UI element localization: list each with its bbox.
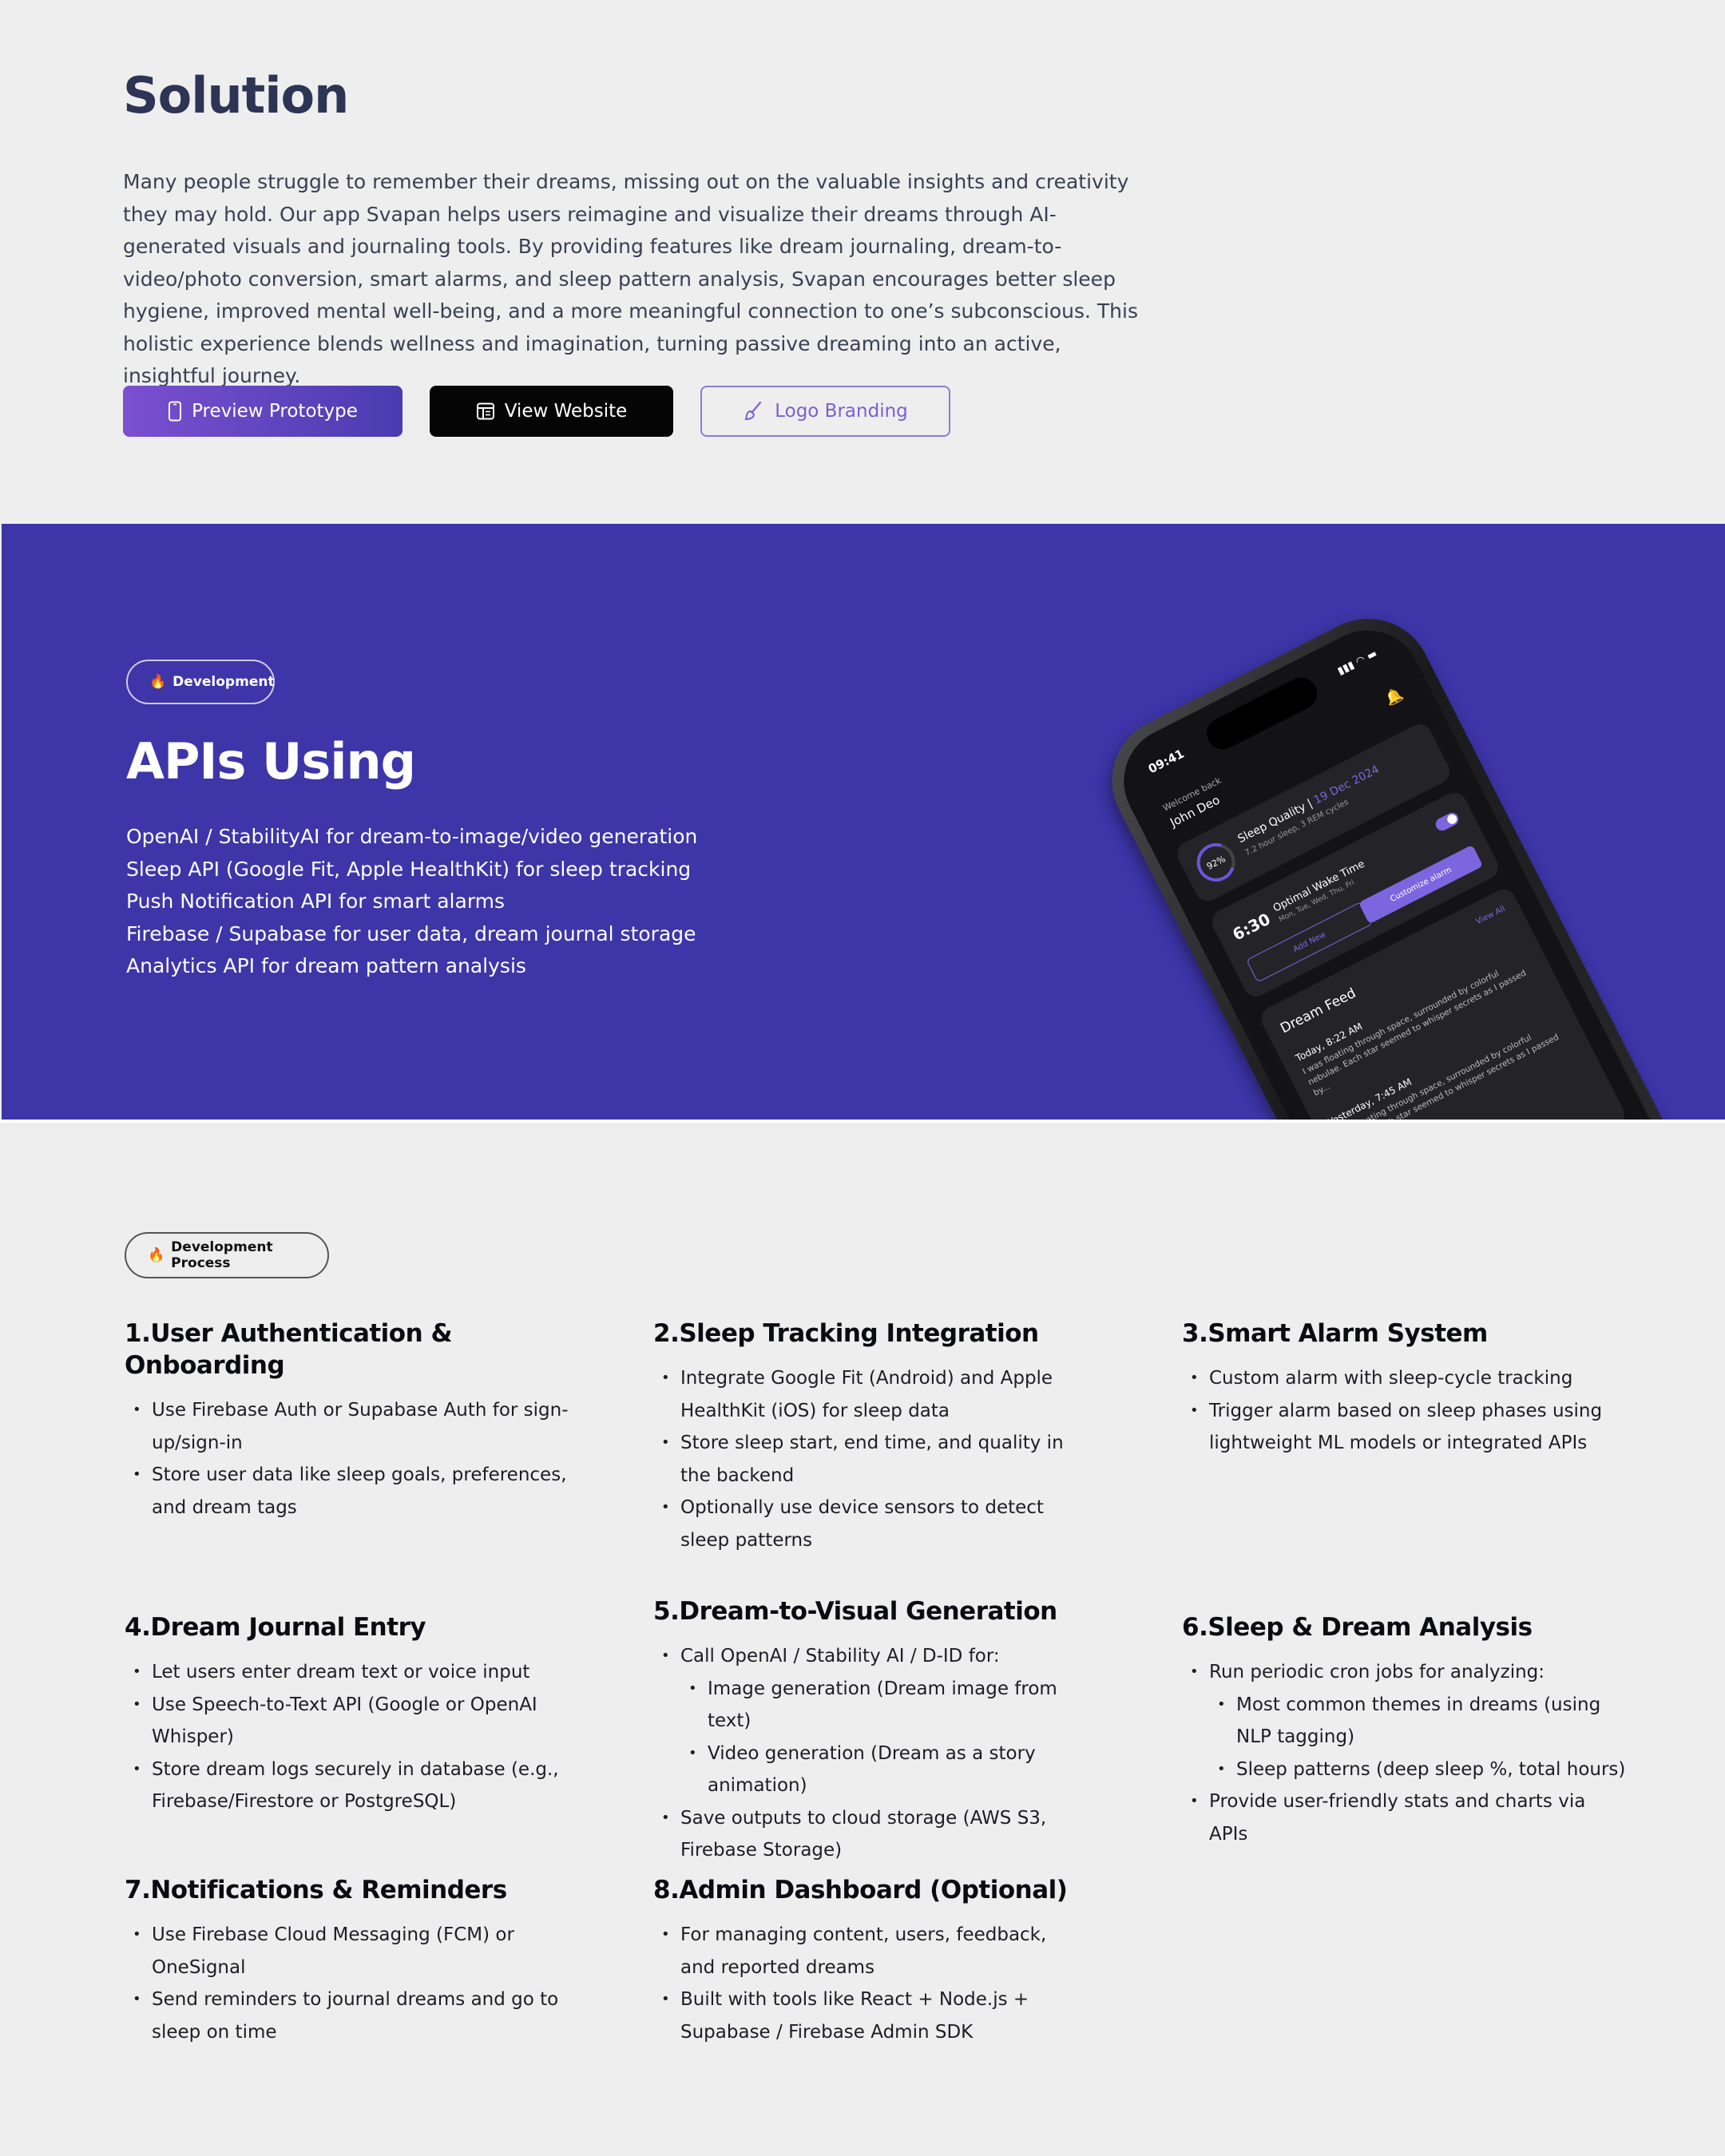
step-list: Use Firebase Auth or Supabase Auth for s… bbox=[125, 1394, 572, 1524]
view-all-link[interactable]: View All bbox=[1475, 905, 1507, 927]
step-item: Provide user-friendly stats and charts v… bbox=[1190, 1785, 1629, 1850]
process-step: 3.Smart Alarm System Custom alarm with s… bbox=[1182, 1318, 1629, 1460]
bell-icon: 🔔 bbox=[1382, 685, 1406, 709]
api-list: OpenAI / StabilityAI for dream-to-image/… bbox=[126, 821, 697, 983]
development-process-badge: 🔥 Development Process bbox=[125, 1232, 329, 1278]
step-list: Integrate Google Fit (Android) and Apple… bbox=[653, 1362, 1085, 1556]
step-title: 6.Sleep & Dream Analysis bbox=[1182, 1613, 1533, 1642]
phone-time: 09:41 bbox=[1145, 746, 1187, 777]
solution-section: Solution Many people struggle to remembe… bbox=[123, 64, 1161, 393]
step-list: Custom alarm with sleep-cycle tracking T… bbox=[1182, 1362, 1629, 1460]
step-item: Save outputs to cloud storage (AWS S3, F… bbox=[661, 1802, 1085, 1867]
step-item: Integrate Google Fit (Android) and Apple… bbox=[661, 1362, 1085, 1427]
browser-icon bbox=[476, 402, 495, 421]
status-icons: ▮▮▮ ◠ ▬ bbox=[1335, 648, 1379, 678]
step-title: 2.Sleep Tracking Integration bbox=[653, 1319, 1039, 1348]
apis-title: APIs Using bbox=[126, 732, 416, 791]
process-step: 5.Dream-to-Visual Generation Call OpenAI… bbox=[653, 1595, 1085, 1867]
step-item: For managing content, users, feedback, a… bbox=[661, 1919, 1085, 1984]
step-item: Call OpenAI / Stability AI / D-ID for: I… bbox=[661, 1640, 1085, 1802]
step-subitem: Video generation (Dream as a story anima… bbox=[688, 1738, 1085, 1802]
step-item: Store sleep start, end time, and quality… bbox=[661, 1427, 1085, 1492]
sleep-quality-ring: 92% bbox=[1190, 836, 1242, 889]
step-subitem: Sleep patterns (deep sleep %, total hour… bbox=[1217, 1754, 1629, 1786]
step-title: 1.User Authentication & Onboarding bbox=[125, 1319, 453, 1380]
api-item: OpenAI / StabilityAI for dream-to-image/… bbox=[126, 825, 698, 848]
api-item: Analytics API for dream pattern analysis bbox=[126, 954, 526, 977]
step-item: Use Firebase Cloud Messaging (FCM) or On… bbox=[133, 1919, 572, 1984]
phone-screen: 09:41 ▮▮▮ ◠ ▬ Welcome back John Deo 🔔 92… bbox=[1104, 612, 1707, 1120]
step-item-text: Run periodic cron jobs for analyzing: bbox=[1209, 1662, 1545, 1682]
step-item: Custom alarm with sleep-cycle tracking bbox=[1190, 1362, 1629, 1395]
step-item: Optionally use device sensors to detect … bbox=[661, 1492, 1085, 1556]
development-badge-label: Development bbox=[172, 674, 275, 690]
step-list: Run periodic cron jobs for analyzing: Mo… bbox=[1182, 1656, 1629, 1850]
solution-title: Solution bbox=[123, 66, 349, 125]
phone-frame: 09:41 ▮▮▮ ◠ ▬ Welcome back John Deo 🔔 92… bbox=[1090, 596, 1723, 1120]
phone-icon bbox=[168, 401, 182, 422]
development-process-badge-label: Development Process bbox=[171, 1239, 273, 1271]
step-subitem: Image generation (Dream image from text) bbox=[688, 1673, 1085, 1738]
step-item: Use Firebase Auth or Supabase Auth for s… bbox=[133, 1394, 572, 1459]
step-list: Let users enter dream text or voice inpu… bbox=[125, 1656, 572, 1818]
step-item: Run periodic cron jobs for analyzing: Mo… bbox=[1190, 1656, 1629, 1786]
step-title: 4.Dream Journal Entry bbox=[125, 1613, 426, 1642]
process-step: 6.Sleep & Dream Analysis Run periodic cr… bbox=[1182, 1611, 1629, 1850]
step-sublist: Image generation (Dream image from text)… bbox=[680, 1673, 1085, 1802]
process-step: 2.Sleep Tracking Integration Integrate G… bbox=[653, 1318, 1085, 1556]
logo-branding-button[interactable]: Logo Branding bbox=[700, 386, 950, 437]
step-item: Send reminders to journal dreams and go … bbox=[133, 1984, 572, 2048]
brush-icon bbox=[743, 400, 765, 422]
process-step: 1.User Authentication & Onboarding Use F… bbox=[125, 1318, 572, 1524]
dynamic-island bbox=[1201, 672, 1323, 755]
section-divider bbox=[0, 1120, 1725, 1123]
apis-section: 🔥 Development APIs Using OpenAI / Stabil… bbox=[2, 524, 1725, 1120]
fire-icon: 🔥 bbox=[149, 674, 167, 690]
view-website-label: View Website bbox=[504, 401, 628, 422]
development-badge: 🔥 Development bbox=[126, 660, 275, 704]
wake-time-value: 6:30 bbox=[1229, 909, 1274, 945]
step-title: 8.Admin Dashboard (Optional) bbox=[653, 1876, 1068, 1904]
wake-toggle[interactable] bbox=[1434, 810, 1461, 833]
step-item: Trigger alarm based on sleep phases usin… bbox=[1190, 1395, 1629, 1460]
step-list: Use Firebase Cloud Messaging (FCM) or On… bbox=[125, 1919, 572, 2048]
step-list: Call OpenAI / Stability AI / D-ID for: I… bbox=[653, 1640, 1085, 1867]
step-title: 3.Smart Alarm System bbox=[1182, 1319, 1488, 1348]
step-item: Use Speech-to-Text API (Google or OpenAI… bbox=[133, 1689, 572, 1754]
step-title: 7.Notifications & Reminders bbox=[125, 1876, 507, 1904]
api-item: Sleep API (Google Fit, Apple HealthKit) … bbox=[126, 857, 692, 881]
process-step: 8.Admin Dashboard (Optional) For managin… bbox=[653, 1874, 1085, 2048]
phone-mockup: 09:41 ▮▮▮ ◠ ▬ Welcome back John Deo 🔔 92… bbox=[1012, 596, 1723, 1120]
step-title: 5.Dream-to-Visual Generation bbox=[653, 1597, 1057, 1626]
step-item: Built with tools like React + Node.js + … bbox=[661, 1984, 1085, 2048]
step-item: Let users enter dream text or voice inpu… bbox=[133, 1656, 572, 1689]
api-item: Push Notification API for smart alarms bbox=[126, 890, 506, 913]
logo-branding-label: Logo Branding bbox=[775, 401, 908, 422]
step-sublist: Most common themes in dreams (using NLP … bbox=[1209, 1689, 1629, 1786]
preview-prototype-button[interactable]: Preview Prototype bbox=[123, 386, 402, 437]
step-item-text: Call OpenAI / Stability AI / D-ID for: bbox=[680, 1646, 1000, 1667]
step-list: For managing content, users, feedback, a… bbox=[653, 1919, 1085, 2048]
action-buttons: Preview Prototype View Website Logo Bran… bbox=[123, 386, 950, 437]
fire-icon: 🔥 bbox=[148, 1247, 165, 1263]
step-item: Store user data like sleep goals, prefer… bbox=[133, 1459, 572, 1524]
process-step: 7.Notifications & Reminders Use Firebase… bbox=[125, 1874, 572, 2048]
api-item: Firebase / Supabase for user data, dream… bbox=[126, 921, 696, 945]
preview-prototype-label: Preview Prototype bbox=[192, 401, 358, 422]
sleep-quality-title: Sleep Quality | 19 Dec 2024 bbox=[1235, 763, 1381, 846]
process-step: 4.Dream Journal Entry Let users enter dr… bbox=[125, 1611, 572, 1818]
step-subitem: Most common themes in dreams (using NLP … bbox=[1217, 1689, 1629, 1754]
view-website-button[interactable]: View Website bbox=[430, 386, 673, 437]
solution-description: Many people struggle to remember their d… bbox=[123, 170, 1138, 387]
step-item: Store dream logs securely in database (e… bbox=[133, 1754, 572, 1818]
